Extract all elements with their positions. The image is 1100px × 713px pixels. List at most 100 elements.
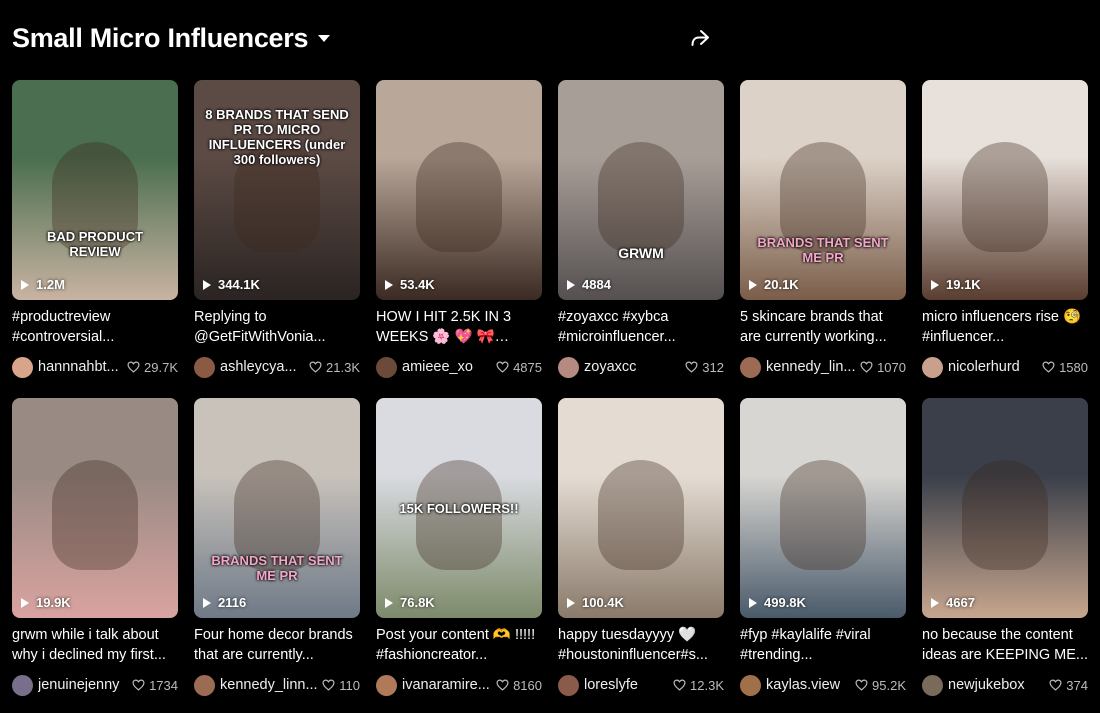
video-card[interactable]: 4667 no because the content ideas are KE… xyxy=(922,398,1088,698)
like-count-value: 95.2K xyxy=(872,677,906,693)
play-icon xyxy=(749,597,757,608)
avatar[interactable] xyxy=(376,674,397,696)
like-count-value: 110 xyxy=(339,677,360,693)
play-icon xyxy=(21,597,29,608)
thumbnail-overlay-text: 8 BRANDS THAT SEND PR TO MICRO INFLUENCE… xyxy=(205,107,349,167)
avatar[interactable] xyxy=(12,674,33,696)
video-thumbnail[interactable]: BRANDS THAT SENT ME PR 2116 xyxy=(194,398,360,618)
view-count: 20.1K xyxy=(749,277,799,292)
video-thumbnail[interactable]: 15K FOLLOWERS!! 76.8K xyxy=(376,398,542,618)
view-count-value: 344.1K xyxy=(218,277,260,292)
video-thumbnail[interactable]: BRANDS THAT SENT ME PR 20.1K xyxy=(740,80,906,300)
video-caption[interactable]: 5 skincare brands that are currently wor… xyxy=(740,307,906,347)
video-thumbnail[interactable]: BAD PRODUCT REVIEW 1.2M xyxy=(12,80,178,300)
heart-icon xyxy=(496,679,509,691)
video-card[interactable]: 53.4K HOW I HIT 2.5K IN 3 WEEKS 🌸 💖 🎀 th… xyxy=(376,80,542,380)
video-caption[interactable]: Four home decor brands that are currentl… xyxy=(194,625,360,665)
video-caption[interactable]: #fyp #kaylalife #viral #trending... xyxy=(740,625,906,665)
video-caption[interactable]: grwm while i talk about why i declined m… xyxy=(12,625,178,665)
avatar[interactable] xyxy=(12,356,33,378)
play-icon xyxy=(21,279,29,290)
view-count-value: 4667 xyxy=(946,595,975,610)
heart-icon xyxy=(860,361,873,373)
view-count: 4667 xyxy=(931,595,975,610)
video-card[interactable]: BRANDS THAT SENT ME PR 2116 Four home de… xyxy=(194,398,360,698)
username[interactable]: zoyaxcc xyxy=(584,359,681,375)
play-icon xyxy=(567,597,575,608)
video-thumbnail[interactable]: 499.8K xyxy=(740,398,906,618)
heart-icon xyxy=(132,679,145,691)
like-count: 8160 xyxy=(496,678,542,693)
thumbnail-person-figure xyxy=(962,459,1048,570)
dropdown-caret-icon[interactable] xyxy=(318,34,331,42)
avatar[interactable] xyxy=(194,674,215,696)
thumbnail-overlay-text: BRANDS THAT SENT ME PR xyxy=(757,235,889,265)
video-card[interactable]: 100.4K happy tuesdayyyy 🤍 #houstoninflue… xyxy=(558,398,724,698)
video-card[interactable]: BRANDS THAT SENT ME PR 20.1K 5 skincare … xyxy=(740,80,906,380)
video-card[interactable]: 8 BRANDS THAT SEND PR TO MICRO INFLUENCE… xyxy=(194,80,360,380)
thumbnail-person-figure xyxy=(416,141,502,252)
video-caption[interactable]: #productreview #controversial... xyxy=(12,307,178,347)
username[interactable]: hannnahbt... xyxy=(38,359,123,375)
video-card[interactable]: 19.9K grwm while i talk about why i decl… xyxy=(12,398,178,698)
username[interactable]: amieee_xo xyxy=(402,359,492,375)
username[interactable]: ashleycya... xyxy=(220,359,305,375)
video-thumbnail[interactable]: 53.4K xyxy=(376,80,542,300)
like-count: 21.3K xyxy=(309,360,360,375)
video-caption[interactable]: micro influencers rise 🧐 #influencer... xyxy=(922,307,1088,347)
video-card[interactable]: BAD PRODUCT REVIEW 1.2M #productreview #… xyxy=(12,80,178,380)
video-card[interactable]: 499.8K #fyp #kaylalife #viral #trending.… xyxy=(740,398,906,698)
video-caption[interactable]: HOW I HIT 2.5K IN 3 WEEKS 🌸 💖 🎀 thank... xyxy=(376,307,542,347)
thumbnail-person-figure xyxy=(598,459,684,570)
like-count: 1070 xyxy=(860,360,906,375)
video-thumbnail[interactable]: 100.4K xyxy=(558,398,724,618)
avatar[interactable] xyxy=(922,356,943,378)
username[interactable]: jenuinejenny xyxy=(38,677,128,693)
video-thumbnail[interactable]: 19.9K xyxy=(12,398,178,618)
username[interactable]: ivanaramire... xyxy=(402,677,492,693)
video-thumbnail[interactable]: 19.1K xyxy=(922,80,1088,300)
video-card[interactable]: GRWM 4884 #zoyaxcc #xybca #microinfluenc… xyxy=(558,80,724,380)
view-count: 4884 xyxy=(567,277,611,292)
view-count-value: 19.1K xyxy=(946,277,981,292)
like-count-value: 29.7K xyxy=(144,359,178,375)
view-count: 53.4K xyxy=(385,277,435,292)
username[interactable]: kennedy_lin... xyxy=(766,359,856,375)
avatar[interactable] xyxy=(376,356,397,378)
view-count: 2116 xyxy=(203,595,246,610)
video-thumbnail[interactable]: 4667 xyxy=(922,398,1088,618)
thumbnail-overlay-text: BAD PRODUCT REVIEW xyxy=(46,229,144,259)
view-count: 1.2M xyxy=(21,277,65,292)
video-card[interactable]: 19.1K micro influencers rise 🧐 #influenc… xyxy=(922,80,1088,380)
video-caption[interactable]: no because the content ideas are KEEPING… xyxy=(922,625,1088,665)
video-caption[interactable]: #zoyaxcc #xybca #microinfluencer... xyxy=(558,307,724,347)
avatar[interactable] xyxy=(922,674,943,696)
username[interactable]: kennedy_linn... xyxy=(220,677,318,693)
avatar[interactable] xyxy=(558,674,579,696)
video-thumbnail[interactable]: GRWM 4884 xyxy=(558,80,724,300)
video-caption[interactable]: Post your content 🫶 !!!!! #fashioncreato… xyxy=(376,625,542,665)
avatar[interactable] xyxy=(194,356,215,378)
page-title: Small Micro Influencers xyxy=(12,22,309,53)
video-caption[interactable]: happy tuesdayyyy 🤍 #houstoninfluencer#s.… xyxy=(558,625,724,665)
video-caption[interactable]: Replying to @GetFitWithVonia... xyxy=(194,307,360,347)
avatar[interactable] xyxy=(740,674,761,696)
header: Small Micro Influencers xyxy=(12,18,331,58)
like-count-value: 21.3K xyxy=(326,359,360,375)
username[interactable]: nicolerhurd xyxy=(948,359,1038,375)
video-meta: kennedy_lin... 1070 xyxy=(740,356,906,378)
avatar[interactable] xyxy=(558,356,579,378)
video-card[interactable]: 15K FOLLOWERS!! 76.8K Post your content … xyxy=(376,398,542,698)
like-count: 12.3K xyxy=(673,678,724,693)
video-meta: amieee_xo 4875 xyxy=(376,356,542,378)
view-count: 344.1K xyxy=(203,277,260,292)
username[interactable]: kaylas.view xyxy=(766,677,851,693)
username[interactable]: loreslyfe xyxy=(584,677,669,693)
heart-icon xyxy=(127,361,140,373)
video-thumbnail[interactable]: 8 BRANDS THAT SEND PR TO MICRO INFLUENCE… xyxy=(194,80,360,300)
share-icon[interactable] xyxy=(688,26,712,50)
like-count-value: 1734 xyxy=(149,677,178,693)
avatar[interactable] xyxy=(740,356,761,378)
like-count: 95.2K xyxy=(855,678,906,693)
username[interactable]: newjukebox xyxy=(948,677,1045,693)
